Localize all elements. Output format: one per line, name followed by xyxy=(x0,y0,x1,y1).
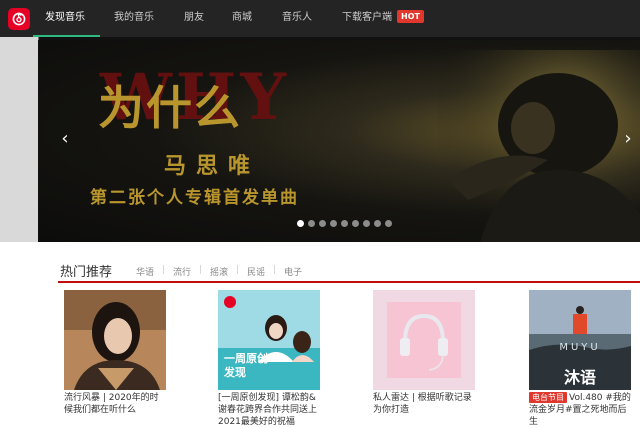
playlist-caption[interactable]: [一周原创发现] 谭松韵&谢春花跨界合作共同送上2021最美好的祝福 xyxy=(218,392,320,428)
playlist-caption[interactable]: 流行风暴 | 2020年的时候我们都在听什么 xyxy=(64,392,166,428)
playlist-cover-subtitle: MUYU xyxy=(559,342,601,353)
tag-electronic[interactable]: 电子 xyxy=(284,265,302,278)
playlist-cover[interactable]: MUYU 沐语 xyxy=(529,290,631,390)
banner-dot[interactable] xyxy=(341,220,348,227)
banner-next-arrow[interactable]: › xyxy=(621,128,635,150)
tag-separator: | xyxy=(236,265,240,275)
banner-prev-arrow[interactable]: ‹ xyxy=(58,128,72,150)
banner-headline: 为什么 xyxy=(98,81,242,135)
playlist-cover[interactable] xyxy=(373,290,475,390)
hot-badge: HOT xyxy=(397,10,424,23)
banner-slide[interactable]: WHY 为什么 马思唯 第二张个人专辑首发单曲 xyxy=(38,40,640,242)
banner-dot[interactable] xyxy=(330,220,337,227)
nav-musician[interactable]: 音乐人 xyxy=(282,0,312,37)
tag-separator: | xyxy=(199,265,203,275)
banner-dot[interactable] xyxy=(308,220,315,227)
top-nav-bar: 发现音乐 我的音乐 朋友 商城 音乐人 下载客户端 HOT xyxy=(0,0,640,37)
banner-dot[interactable] xyxy=(363,220,370,227)
banner-dot[interactable] xyxy=(297,220,304,227)
nav-download-client[interactable]: 下载客户端 xyxy=(342,0,392,37)
nav-my-music[interactable]: 我的音乐 xyxy=(114,0,154,37)
radio-program-badge: 电台节目 xyxy=(529,392,567,403)
tag-rock[interactable]: 摇滚 xyxy=(210,265,228,278)
banner-dot[interactable] xyxy=(352,220,359,227)
banner-dot[interactable] xyxy=(385,220,392,227)
banner-artist: 马思唯 xyxy=(164,153,261,179)
nav-mall[interactable]: 商城 xyxy=(232,0,252,37)
playlist-caption[interactable]: 电台节目 Vol.480 #我的流金岁月#置之死地而后生 xyxy=(529,392,631,428)
tag-chinese[interactable]: 华语 xyxy=(136,265,154,278)
nav-discover[interactable]: 发现音乐 xyxy=(45,0,85,37)
banner-subline: 第二张个人专辑首发单曲 xyxy=(90,188,299,208)
playlist-cover[interactable]: 一周原创发现 xyxy=(218,290,320,390)
tag-separator: | xyxy=(273,265,277,275)
netease-music-logo[interactable] xyxy=(8,8,30,30)
playlist-cover[interactable] xyxy=(64,290,166,390)
playlist-caption[interactable]: 私人雷达 | 根据听歌记录为你打造 xyxy=(373,392,475,428)
tag-pop[interactable]: 流行 xyxy=(173,265,191,278)
playlist-cover-image xyxy=(64,290,166,390)
tag-folk[interactable]: 民谣 xyxy=(247,265,265,278)
section-divider xyxy=(58,281,640,283)
playlist-cover-title: 一周原创发现 xyxy=(224,352,268,379)
nav-friends[interactable]: 朋友 xyxy=(184,0,204,37)
banner-dot[interactable] xyxy=(374,220,381,227)
netease-music-logo-icon xyxy=(12,12,26,26)
playlist-cover-image xyxy=(373,290,475,390)
banner-artist-photo xyxy=(438,50,640,242)
tag-separator: | xyxy=(162,265,166,275)
banner-dot[interactable] xyxy=(319,220,326,227)
hot-recommend-title[interactable]: 热门推荐 xyxy=(60,261,112,280)
playlist-cover-title: 沐语 xyxy=(563,368,596,387)
